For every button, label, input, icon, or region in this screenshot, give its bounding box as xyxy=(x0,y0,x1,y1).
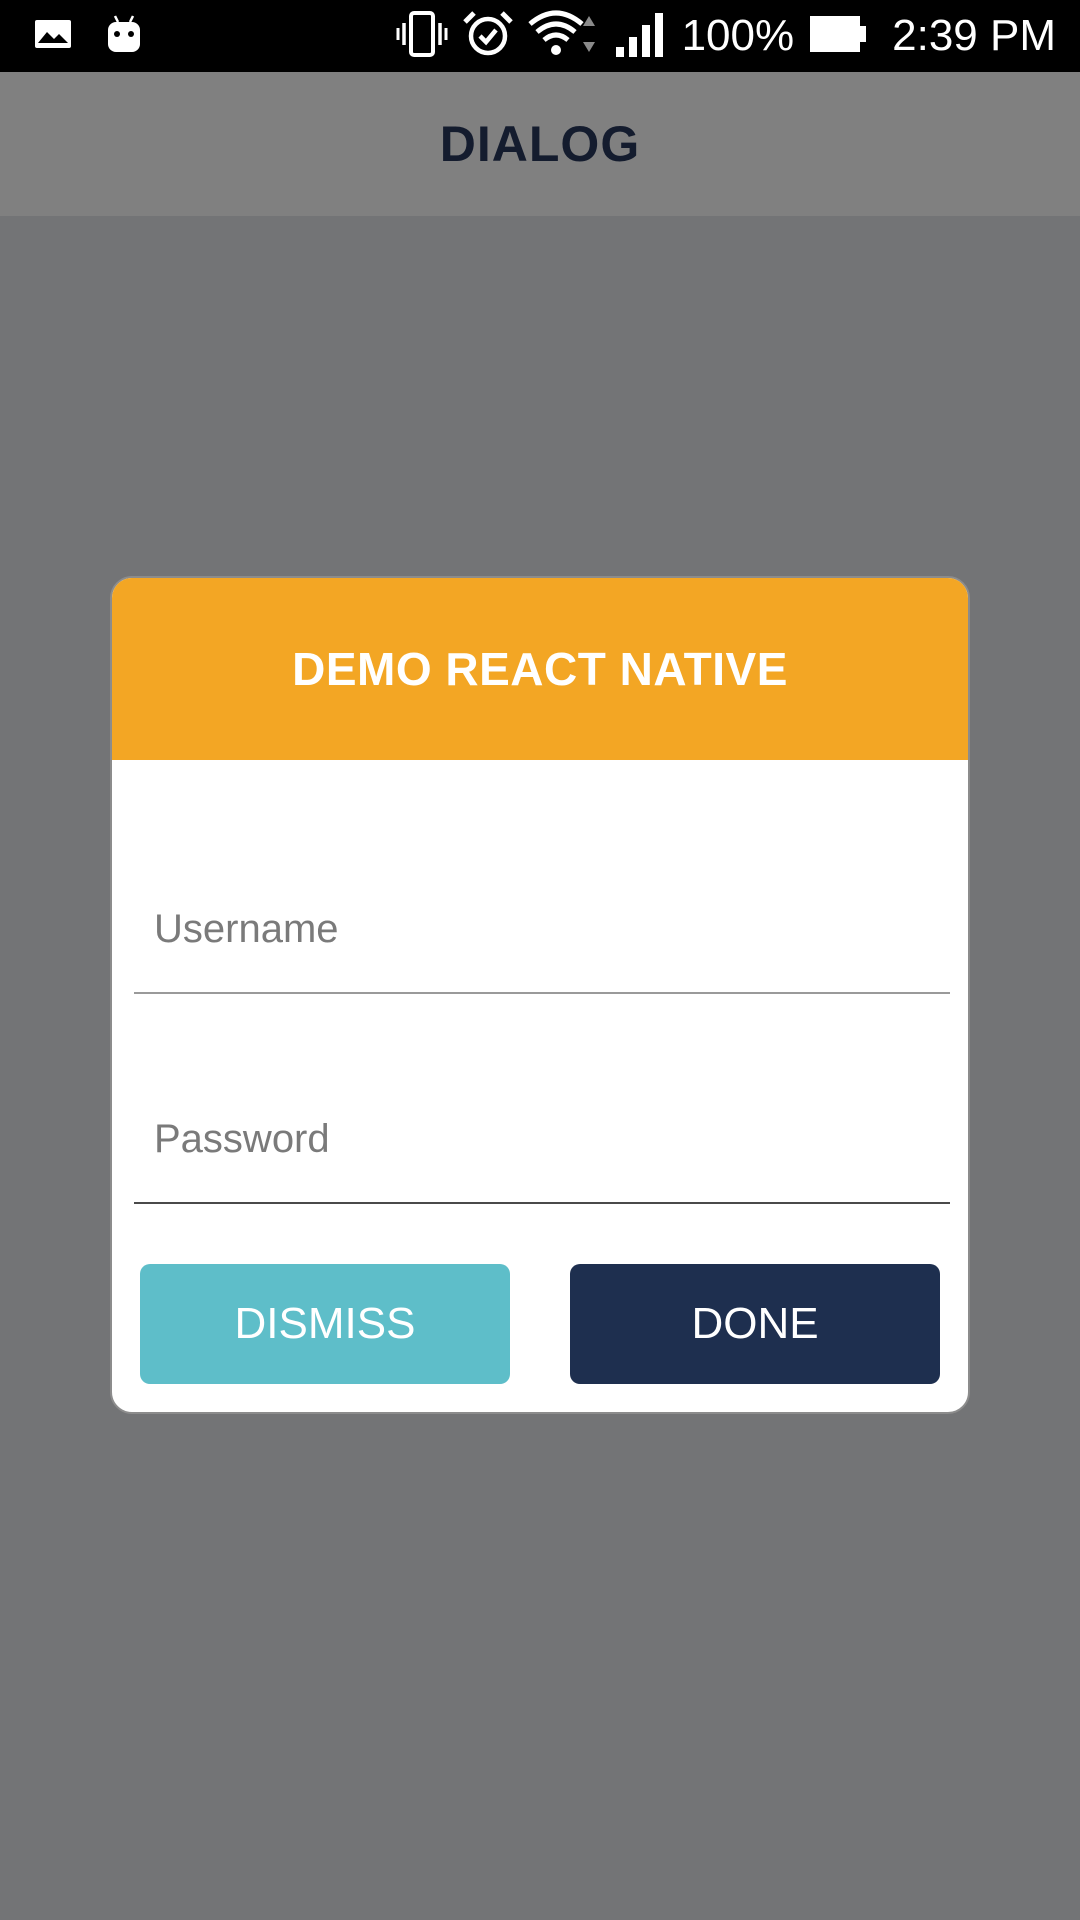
status-right: 100% 2:39 PM xyxy=(396,10,1056,62)
screen: 100% 2:39 PM DIALOG DEMO REACT NATIVE DI… xyxy=(0,0,1080,1920)
username-field xyxy=(134,874,950,994)
clock: 2:39 PM xyxy=(892,11,1056,60)
password-field xyxy=(134,1084,950,1204)
page-title: DIALOG xyxy=(439,116,641,172)
status-left xyxy=(34,14,142,58)
gallery-icon xyxy=(34,19,72,54)
battery-icon xyxy=(808,14,868,59)
login-dialog: DEMO REACT NATIVE DISMISS DONE xyxy=(110,576,970,1414)
done-button[interactable]: DONE xyxy=(570,1264,940,1384)
android-icon xyxy=(106,14,142,59)
dialog-title: DEMO REACT NATIVE xyxy=(292,643,788,695)
status-bar: 100% 2:39 PM xyxy=(0,0,1080,72)
alarm-icon xyxy=(462,10,514,63)
dialog-header: DEMO REACT NATIVE xyxy=(112,578,968,760)
vibrate-icon xyxy=(396,10,448,62)
wifi-icon xyxy=(527,10,600,63)
password-input[interactable] xyxy=(154,1104,934,1174)
battery-percent: 100% xyxy=(681,11,795,60)
signal-icon xyxy=(614,11,668,62)
username-input[interactable] xyxy=(154,894,934,964)
app-bar: DIALOG xyxy=(0,72,1080,216)
dismiss-button[interactable]: DISMISS xyxy=(140,1264,510,1384)
